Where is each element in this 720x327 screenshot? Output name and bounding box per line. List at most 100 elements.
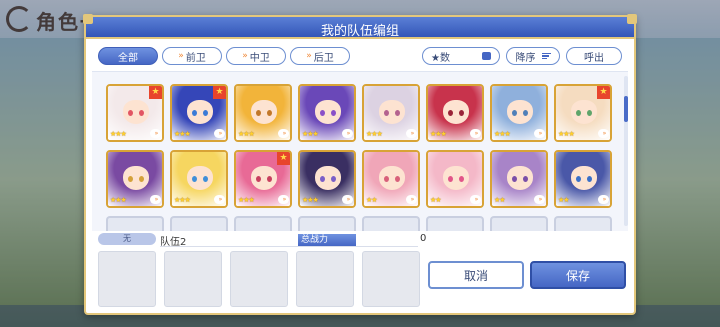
character-card[interactable]: ★★ » [490,150,548,208]
team-slot-5[interactable] [362,251,420,307]
filter-tab-label: 后卫 [313,52,334,64]
character-card[interactable]: ★★★ » ★ [234,150,292,208]
character-face [251,166,277,190]
character-card[interactable]: ★★★ » ★ [170,84,228,142]
character-eye [395,176,400,182]
team-slot-1[interactable] [98,251,156,307]
character-face [187,100,213,124]
cancel-button[interactable]: 取消 [428,261,524,289]
position-chevron-icon: » [406,129,417,138]
middle-chevron-icon: » [242,51,247,61]
character-card[interactable]: ★★★ » [298,84,356,142]
character-face [571,100,597,124]
character-face [251,100,277,124]
filter-tab-label: 全部 [118,52,138,64]
character-eye [320,176,325,182]
character-card[interactable]: ★★★ » [106,150,164,208]
character-face [315,100,341,124]
roster-scroll-thumb[interactable] [624,96,628,122]
character-card[interactable]: ★★★ » [298,150,356,208]
character-face [443,100,469,124]
call-label: 呼出 [584,52,604,64]
character-eye [523,176,528,182]
star-rating: ★★★ [302,196,319,204]
character-card[interactable]: ★★ » [426,150,484,208]
position-chevron-icon: » [598,129,609,138]
filter-tab-rear[interactable]: » 后卫 [290,47,350,65]
card-peek [490,216,548,231]
character-card[interactable]: ★★★ » ★ [106,84,164,142]
filter-tab-label: 前卫 [185,52,206,64]
character-eye [331,176,336,182]
character-card[interactable]: ★★★ » [362,84,420,142]
character-face [315,166,341,190]
character-card[interactable]: ★★ » [554,150,612,208]
position-chevron-icon: » [150,129,161,138]
star-rating: ★★★ [110,196,127,204]
star-rating: ★★★ [302,130,319,138]
character-face [507,166,533,190]
character-card[interactable]: ★★★ » [426,84,484,142]
position-chevron-icon: » [214,129,225,138]
character-eye [384,110,389,116]
card-peek [426,216,484,231]
character-card[interactable]: ★★ » [362,150,420,208]
character-eye [395,110,400,116]
star-rating: ★★★ [558,130,575,138]
character-face [507,100,533,124]
star-rating: ★★★ [174,130,191,138]
position-chevron-icon: » [406,195,417,204]
team-formation-dialog: 我的队伍编组 全部 » 前卫 » 中卫 » 后卫 ★数 降序 呼出 ★★★ » … [83,14,637,315]
character-card[interactable]: ★★★ » [490,84,548,142]
star-rating: ★★★ [494,130,511,138]
roster-next-row [106,216,612,231]
character-eye [587,110,592,116]
star-rating: ★★ [430,196,442,204]
star-rating: ★★★ [238,130,255,138]
filter-tab-middle[interactable]: » 中卫 [226,47,286,65]
character-eye [459,176,464,182]
team-slot-3[interactable] [230,251,288,307]
filter-tab-front[interactable]: » 前卫 [162,47,222,65]
call-button[interactable]: 呼出 [566,47,622,65]
card-peek [554,216,612,231]
card-peek [234,216,292,231]
star-rating: ★★★ [238,196,255,204]
character-eye [139,110,144,116]
position-chevron-icon: » [534,195,545,204]
dialog-title: 我的队伍编组 [320,24,399,39]
roster-grid: ★★★» ★ ★★★» ★ ★★★» ★★★» ★★★» ★★★» ★★★» ★★★» ★ ★★★» ★… [106,84,612,208]
save-button[interactable]: 保存 [530,261,626,289]
character-card[interactable]: ★★★ » [170,150,228,208]
character-eye [523,110,528,116]
character-eye [256,110,261,116]
rear-chevron-icon: » [306,51,311,61]
character-eye [384,176,389,182]
character-eye [128,110,133,116]
character-eye [576,110,581,116]
team-slots [98,251,420,307]
position-chevron-icon: » [342,129,353,138]
star-rating: ★★★ [430,130,447,138]
filter-tab-label: 中卫 [249,52,270,64]
filter-tab-all[interactable]: 全部 [98,47,158,65]
team-slot-4[interactable] [296,251,354,307]
position-chevron-icon: » [470,129,481,138]
character-eye [512,176,517,182]
character-face [123,100,149,124]
character-eye [512,110,517,116]
character-card[interactable]: ★★★ » [234,84,292,142]
character-eye [331,110,336,116]
team-name-underline [160,246,418,247]
character-eye [448,176,453,182]
sort-key-button[interactable]: ★数 [422,47,500,65]
sort-order-button[interactable]: 降序 [506,47,560,65]
front-chevron-icon: » [178,51,183,61]
character-card[interactable]: ★★★ » ★ [554,84,612,142]
character-eye [256,176,261,182]
character-face [379,166,405,190]
team-slot-2[interactable] [164,251,222,307]
star-rating: ★★ [366,196,378,204]
card-peek [362,216,420,231]
star-rating: ★★ [494,196,506,204]
